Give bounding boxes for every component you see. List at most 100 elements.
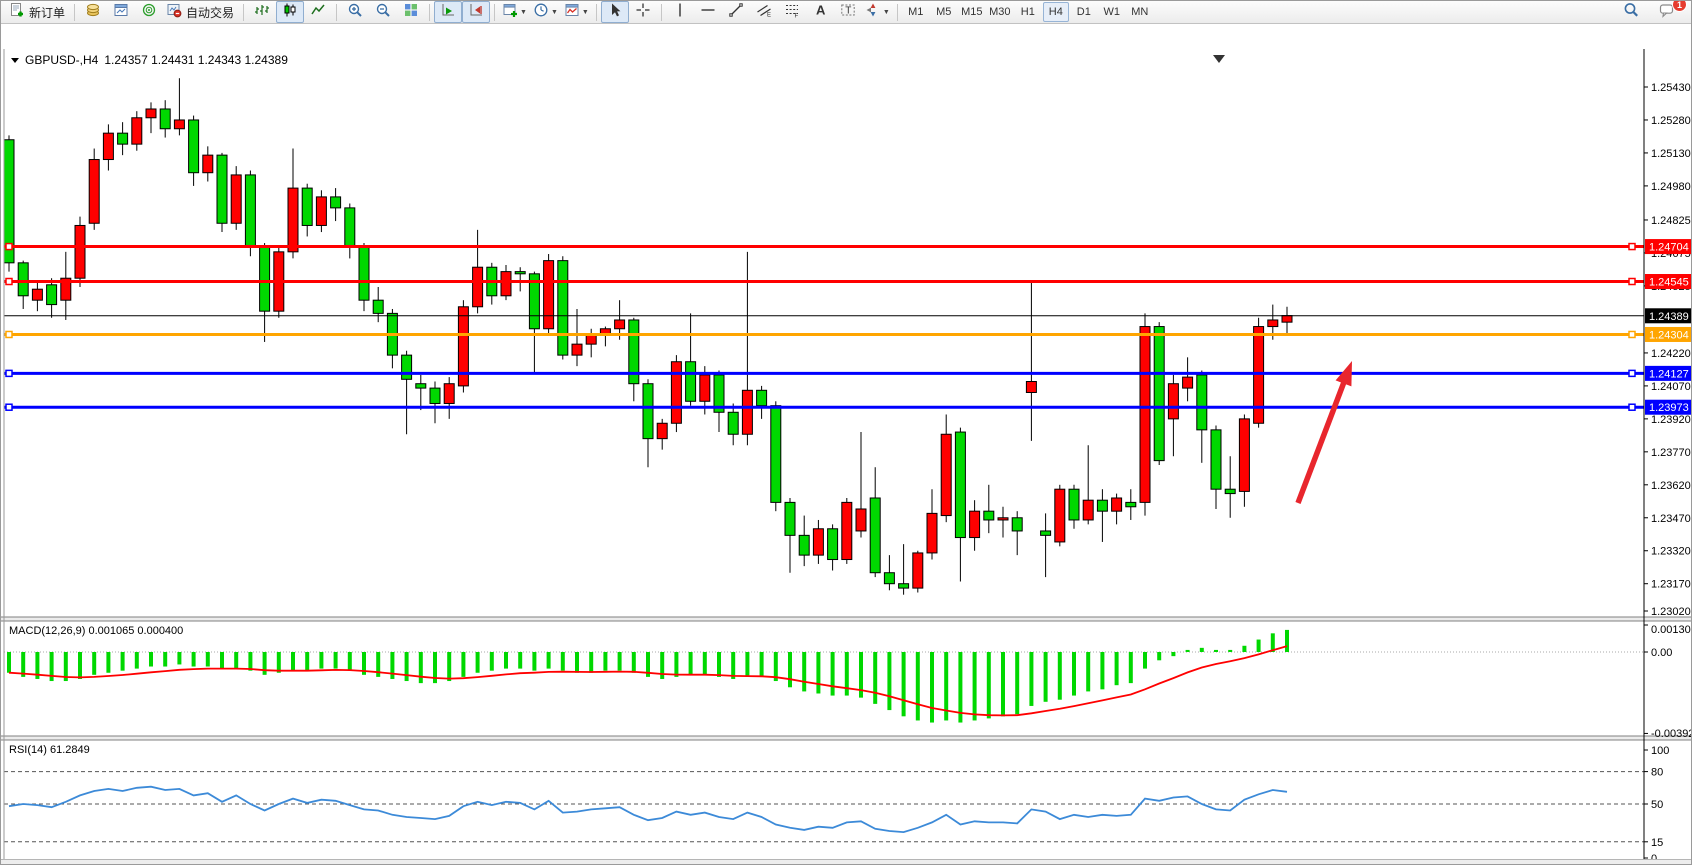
chart-shift-button[interactable] [462,1,490,23]
candle [1026,382,1036,393]
candle [913,553,923,588]
candle [174,120,184,129]
cursor-button[interactable] [601,1,629,23]
line-end-marker[interactable] [6,331,12,337]
line-chart-button[interactable] [304,1,332,23]
candle [1268,320,1278,327]
line-end-marker[interactable] [6,244,12,250]
timeframe-m1-button[interactable]: M1 [903,2,929,22]
line-end-marker[interactable] [1629,331,1635,337]
macd-histogram-bar [7,652,11,673]
channel-button[interactable]: E [750,1,778,23]
candle [828,529,838,560]
candle [160,109,170,129]
candle [501,272,511,296]
line-end-marker[interactable] [1629,370,1635,376]
notifications-button[interactable]: 1 [1653,1,1681,23]
candle-chart-button[interactable] [276,1,304,23]
macd-histogram-bar [348,652,352,671]
candle [231,175,241,223]
rsi-tick-label: 100 [1651,745,1669,757]
dropdown-caret-icon[interactable]: ▼ [883,9,890,16]
timeframe-w1-button[interactable]: W1 [1099,2,1125,22]
chart-canvas[interactable]: 1.254301.252801.251301.249801.248251.246… [1,49,1692,865]
text-label-button[interactable]: T [834,1,862,23]
candle [544,261,554,329]
timeframe-h1-button[interactable]: H1 [1015,2,1041,22]
tile-windows-button[interactable] [397,1,425,23]
line-end-marker[interactable] [1629,279,1635,285]
timeframe-d1-button[interactable]: D1 [1071,2,1097,22]
price-tick-label: 1.25280 [1651,115,1691,127]
macd-indicator-label: MACD(12,26,9) 0.001065 0.000400 [9,625,183,637]
timeframe-mn-button[interactable]: MN [1127,2,1153,22]
macd-histogram-bar [618,652,622,671]
mt4-application: 新订单 自动交易 ▼ ▼ ▼ EFAT ▼ M1M5M15M30H1H4D1W1MN 1 1.2… [0,0,1692,865]
line-end-marker[interactable] [1629,404,1635,410]
timeframe-m5-button[interactable]: M5 [931,2,957,22]
text-label-icon: T [840,2,856,23]
rsi-tick-label: 80 [1651,767,1663,779]
auto-scroll-button[interactable] [434,1,462,23]
macd-tick-label: 0.001302 [1651,624,1692,636]
macd-histogram-bar [902,652,906,716]
timeframe-m15-button[interactable]: M15 [959,2,985,22]
chartshift-icon [468,2,484,23]
hline-button[interactable] [694,1,722,23]
price-tick-label: 1.23770 [1651,447,1691,459]
timeframe-m30-button[interactable]: M30 [987,2,1013,22]
candle [728,412,738,434]
chart-menu-caret-icon[interactable] [11,58,19,63]
text-button[interactable]: A [806,1,834,23]
price-tick-label: 1.23620 [1651,480,1691,492]
line-end-marker[interactable] [6,370,12,376]
timeframe-h4-button[interactable]: H4 [1043,2,1069,22]
macd-histogram-bar [589,652,593,673]
autoscroll-icon [440,2,456,23]
hline-icon [700,2,716,23]
macd-histogram-bar [263,652,267,675]
arrows-button[interactable]: ▼ [862,1,893,23]
candle [430,388,440,403]
dropdown-caret-icon[interactable]: ▼ [582,9,589,16]
panel-splitter[interactable] [1,617,1692,621]
market-watch-button[interactable] [79,1,107,23]
macd-histogram-bar [447,652,451,681]
price-badge-label: 1.24545 [1649,277,1689,289]
data-window-button[interactable] [107,1,135,23]
candle [103,133,113,159]
zoom-out-button[interactable] [369,1,397,23]
macd-histogram-bar [1143,652,1147,669]
signals-button[interactable] [135,1,163,23]
dropdown-caret-icon[interactable]: ▼ [520,9,527,16]
candle [1197,375,1207,430]
trendline-button[interactable] [722,1,750,23]
channel-icon: E [756,2,772,23]
fibonacci-button[interactable]: F [778,1,806,23]
candle [260,247,270,311]
candle [586,335,596,344]
panel-splitter[interactable] [1,736,1692,740]
toolbar-separator [596,4,597,21]
line-end-marker[interactable] [6,404,12,410]
dropdown-caret-icon[interactable]: ▼ [551,9,558,16]
macd-histogram-bar [816,652,820,693]
macd-histogram-bar [1100,652,1104,689]
new-chart-button[interactable]: ▼ [499,1,530,23]
autotrading-button[interactable]: 自动交易 [163,1,239,23]
new-order-button-label: 新订单 [27,4,67,21]
bar-chart-button[interactable] [248,1,276,23]
macd-histogram-bar [1228,650,1232,652]
indicator-window-icon [564,2,580,23]
candle [203,155,213,173]
new-order-button[interactable]: 新订单 [6,1,70,23]
period-menu-button[interactable]: ▼ [530,1,561,23]
indicators-button[interactable]: ▼ [561,1,592,23]
vline-button[interactable] [666,1,694,23]
macd-histogram-bar [390,652,394,679]
search-button[interactable] [1617,1,1645,23]
line-end-marker[interactable] [6,279,12,285]
crosshair-button[interactable] [629,1,657,23]
line-end-marker[interactable] [1629,244,1635,250]
zoom-in-button[interactable] [341,1,369,23]
